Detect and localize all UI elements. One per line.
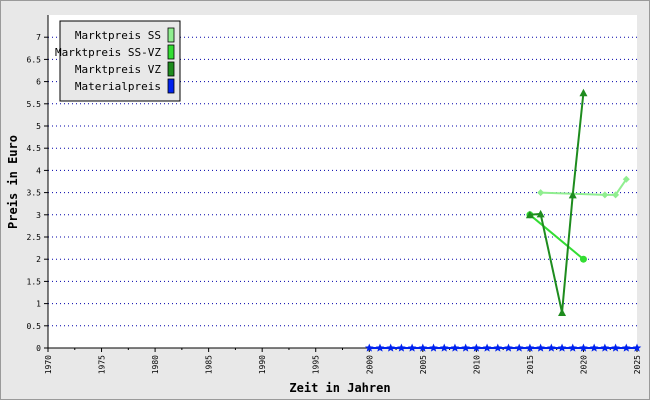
- y-tick-label: 1: [36, 300, 41, 309]
- x-tick-label: 2015: [526, 355, 535, 374]
- y-tick-label: 3.5: [27, 189, 42, 198]
- y-tick-label: 0: [36, 344, 41, 353]
- y-tick-label: 5.5: [27, 100, 42, 109]
- legend: Marktpreis SS Marktpreis SS-VZ Marktpreis …: [55, 20, 181, 102]
- y-tick-label: 3: [36, 211, 41, 220]
- legend-label: Marktpreis VZ: [75, 63, 161, 76]
- x-tick-label: 2025: [633, 355, 642, 374]
- legend-swatch: [167, 44, 175, 60]
- legend-swatch: [167, 78, 175, 94]
- y-tick-label: 5: [36, 122, 41, 131]
- x-tick-label: 1975: [98, 355, 107, 374]
- x-tick-label: 2020: [579, 355, 588, 374]
- x-tick-label: 1990: [258, 355, 267, 374]
- y-tick-label: 0.5: [27, 322, 42, 331]
- x-tick-label: 2000: [365, 355, 374, 374]
- y-tick-label: 4: [36, 166, 41, 175]
- legend-swatch: [167, 27, 175, 43]
- y-tick-label: 6: [36, 78, 41, 87]
- line-chart: 00.511.522.533.544.555.566.57 1970 1975 19…: [6, 15, 642, 395]
- y-tick-label: 2.5: [27, 233, 42, 242]
- y-axis-ticks: 0 0.5 1 1.5 2 2.5 3 3.5 4 4.5 5 5.5 6 6.5 7: [27, 33, 48, 353]
- data-point-circle: [579, 255, 587, 263]
- legend-swatch: [167, 61, 175, 77]
- x-tick-label: 2010: [472, 355, 481, 374]
- y-tick-label: 6.5: [27, 55, 42, 64]
- y-tick-label: 7: [36, 33, 41, 42]
- x-tick-label: 1985: [205, 355, 214, 374]
- x-axis-ticks: 1970 1975 1980 1985 1990 1995 2000 2005 2010 2015…: [44, 348, 642, 374]
- legend-label: Materialpreis: [75, 80, 161, 93]
- legend-label: Marktpreis SS: [75, 29, 161, 42]
- y-tick-label: 2: [36, 255, 41, 264]
- x-tick-label: 1980: [151, 355, 160, 374]
- legend-label: Marktpreis SS-VZ: [55, 46, 161, 59]
- y-tick-label: 4.5: [27, 144, 42, 153]
- y-tick-label: 1.5: [27, 277, 42, 286]
- x-axis-title: Zeit in Jahren: [289, 381, 390, 395]
- y-axis-title: Preis in Euro: [6, 135, 20, 229]
- x-tick-label: 2005: [419, 355, 428, 374]
- x-tick-label: 1970: [44, 355, 53, 374]
- x-tick-label: 1995: [312, 355, 321, 374]
